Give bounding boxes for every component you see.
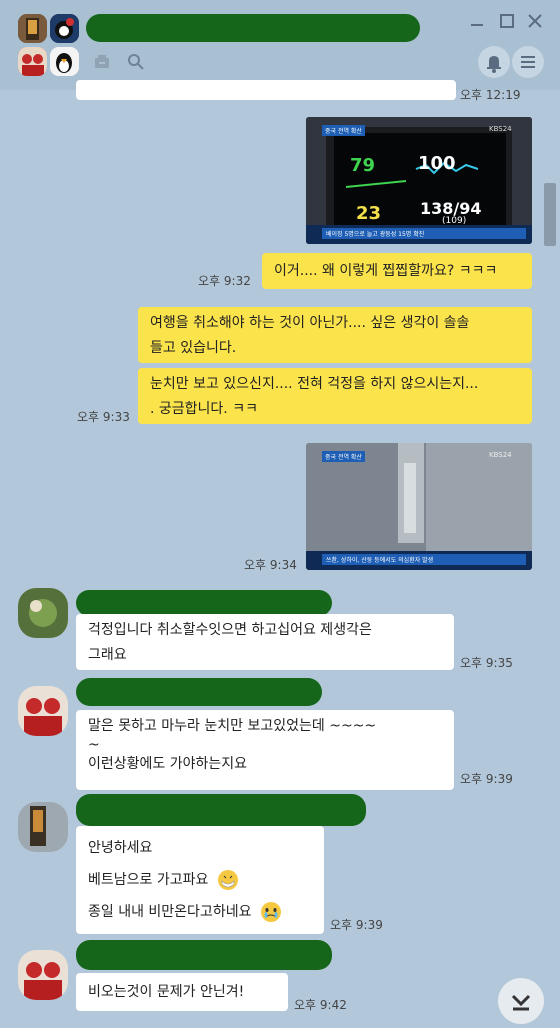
message-line: . 궁금합니다. ㅋㅋ (150, 401, 258, 417)
message-bubble: 걱정입니다 취소할수잇으면 하고십어요 제생각은 그래요 (76, 614, 454, 670)
heart-rate-value: 79 (350, 155, 376, 176)
message-line: 걱정입니다 취소할수잇으면 하고십어요 제생각은 (88, 622, 372, 638)
maximize-icon[interactable] (498, 12, 516, 30)
message-time: 오후 9:35 (460, 656, 513, 670)
minimize-icon[interactable] (468, 12, 486, 30)
inbox-icon[interactable] (92, 52, 112, 72)
message-bubble: 비오는것이 문제가 안닌겨! (76, 973, 288, 1011)
message-bubble: 말은 못하고 마누라 눈치만 보고있었는데 ~~~~ ~ 이런상황에도 가야하는… (76, 710, 454, 790)
redacted-sender-name (76, 794, 366, 826)
menu-button[interactable] (512, 46, 544, 78)
message-line: 베트남으로 가고파요 (88, 872, 209, 888)
channel-logo: KBS24 (489, 125, 512, 133)
news-caption: 쓰촨, 상하이, 산둥 등에서도 의심환자 발생 (322, 554, 526, 565)
message-line-with-emoji: 종일 내내 비만온다고하네요 (88, 896, 312, 928)
sender-avatar[interactable] (18, 950, 68, 1000)
message-time: 오후 9:32 (198, 274, 251, 288)
channel-logo: KBS24 (489, 451, 512, 459)
message-text: 이거.... 왜 이렇게 찝찝할까요? ㅋㅋㅋ (274, 263, 498, 279)
spo2-value: 100 (418, 153, 456, 174)
chat-header (0, 0, 560, 90)
member-avatar (50, 14, 79, 43)
image-message[interactable]: 중국 전역 확산 KBS24 79 100 23 138/94 (109) 베이… (306, 117, 532, 244)
message-time: 오후 9:39 (330, 918, 383, 932)
message-time: 오후 12:19 (460, 88, 521, 102)
message-bubble (76, 80, 456, 100)
message-line: 안녕하세요 (88, 840, 153, 856)
redacted-chat-title (86, 14, 420, 42)
message-text: 비오는것이 문제가 안닌겨! (88, 984, 245, 1000)
message-line: 여행을 취소해야 하는 것이 아닌가.... 싶은 생각이 솔솔 (150, 315, 470, 331)
crying-face-icon (260, 902, 281, 922)
mask-face-icon (217, 870, 238, 890)
member-avatar (18, 14, 47, 43)
scroll-to-bottom-button[interactable] (498, 978, 544, 1024)
redacted-sender-name (76, 590, 332, 616)
message-time: 오후 9:39 (460, 772, 513, 786)
member-avatar (18, 47, 47, 76)
message-bubble: 눈치만 보고 있으신지.... 전혀 걱정을 하지 않으시는지... . 궁금합… (138, 368, 532, 424)
message-time: 오후 9:33 (77, 410, 130, 424)
message-line: 들고 있습니다. (150, 340, 237, 356)
message-bubble: 안녕하세요 베트남으로 가고파요 종일 내내 비만온다고하네요 (76, 826, 324, 934)
resp-rate-value: 23 (356, 203, 382, 224)
close-icon[interactable] (526, 12, 544, 30)
news-tag: 중국 전역 확산 (322, 125, 365, 136)
message-line-with-emoji: 베트남으로 가고파요 (88, 864, 312, 896)
message-time: 오후 9:42 (294, 998, 347, 1012)
message-bubble: 이거.... 왜 이렇게 찝찝할까요? ㅋㅋㅋ (262, 253, 532, 289)
sender-avatar[interactable] (18, 686, 68, 736)
map-value: (109) (442, 216, 467, 226)
message-line: 그래요 (88, 647, 127, 663)
sender-avatar[interactable] (18, 588, 68, 638)
message-line: 눈치만 보고 있으신지.... 전혀 걱정을 하지 않으시는지... (150, 376, 479, 392)
message-line: 종일 내내 비만온다고하네요 (88, 904, 252, 920)
message-time: 오후 9:34 (244, 558, 297, 572)
news-tag: 중국 전역 확산 (322, 451, 365, 462)
redacted-sender-name (76, 678, 322, 706)
notification-bell-button[interactable] (478, 46, 510, 78)
message-line: 말은 못하고 마누라 눈치만 보고있었는데 ~~~~ (88, 718, 377, 734)
message-line: ~ (88, 737, 100, 753)
scrollbar-thumb[interactable] (544, 183, 556, 246)
redacted-sender-name (76, 940, 332, 970)
chevron-down-icon (511, 994, 531, 1011)
news-caption: 베이징 5명으로 늘고 광둥성 15명 확진 (322, 228, 526, 239)
sender-avatar[interactable] (18, 802, 68, 852)
group-avatar[interactable] (18, 14, 80, 76)
image-message[interactable]: 중국 전역 확산 KBS24 쓰촨, 상하이, 산둥 등에서도 의심환자 발생 (306, 443, 532, 570)
message-bubble: 여행을 취소해야 하는 것이 아닌가.... 싶은 생각이 솔솔 들고 있습니다… (138, 307, 532, 363)
member-avatar (50, 47, 79, 76)
search-icon[interactable] (126, 52, 146, 72)
message-line: 이런상황에도 가야하는지요 (88, 756, 248, 772)
